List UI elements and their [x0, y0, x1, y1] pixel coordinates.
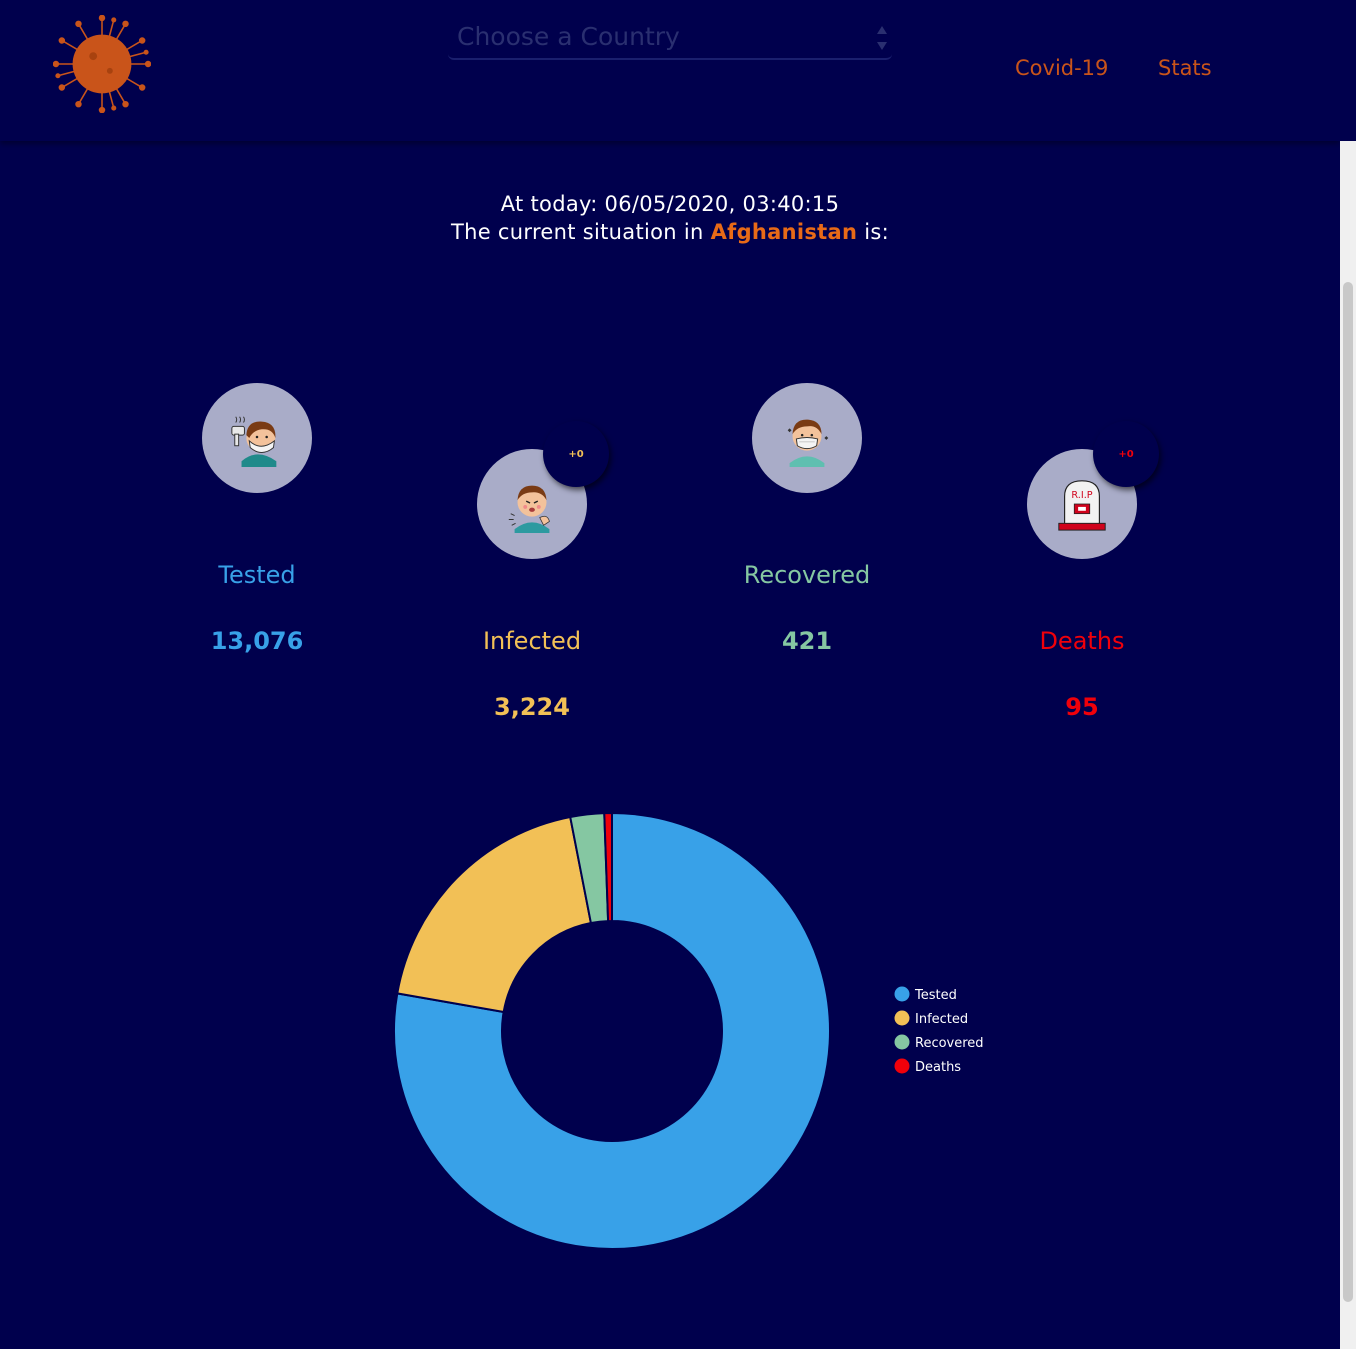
tombstone-rip-icon: R.I.P [1058, 480, 1106, 531]
country-select[interactable]: Choose a Country [448, 18, 892, 60]
recovered-avatar [752, 383, 862, 493]
svg-text:R.I.P: R.I.P [1071, 490, 1092, 501]
scrollbar[interactable] [1340, 0, 1356, 1349]
stat-card-tested: Tested 13,076 [137, 383, 377, 655]
deaths-value: 95 [1065, 693, 1099, 721]
infected-value: 3,224 [494, 693, 570, 721]
select-arrows-icon [876, 26, 888, 50]
country-name: Afghanistan [710, 220, 858, 244]
nav-link-stats[interactable]: Stats [1158, 56, 1212, 80]
stat-card-recovered: Recovered 421 [687, 383, 927, 655]
masked-person-icon [787, 419, 829, 467]
situation-line: The current situation in Afghanistan is: [0, 218, 1340, 246]
page: Choose a Country Covid-19 Stats At today… [0, 0, 1356, 1349]
legend-marker-deaths[interactable] [894, 1058, 910, 1074]
infected-avatar: +0 [477, 421, 609, 559]
thermometer-mask-person-icon [231, 416, 277, 467]
deaths-avatar: +0 R.I.P [1027, 421, 1159, 559]
legend-label-tested[interactable]: Tested [914, 988, 957, 1003]
legend-label-infected[interactable]: Infected [915, 1012, 968, 1027]
slice-infected[interactable] [396, 815, 593, 1014]
situation-prefix: The current situation in [451, 220, 704, 244]
country-select-placeholder: Choose a Country [457, 22, 680, 51]
nav-link-covid-19[interactable]: Covid-19 [1015, 56, 1108, 80]
stat-card-deaths: +0 R.I.P Deaths 95 [962, 421, 1202, 721]
situation-summary: At today: 06/05/2020, 03:40:15 The curre… [0, 190, 1340, 246]
deaths-change-badge: +0 [1093, 421, 1159, 487]
infected-change-badge: +0 [543, 421, 609, 487]
situation-suffix: is: [864, 220, 889, 244]
scrollbar-thumb[interactable] [1343, 282, 1353, 1302]
stat-card-infected: +0 Infected 3,224 [412, 421, 652, 721]
legend-label-recovered[interactable]: Recovered [915, 1036, 984, 1051]
deaths-label: Deaths [1039, 627, 1125, 655]
legend-marker-recovered[interactable] [894, 1034, 910, 1050]
recovered-value: 421 [781, 627, 833, 655]
legend-marker-infected[interactable] [894, 1010, 910, 1026]
infected-label: Infected [482, 627, 582, 655]
timestamp-line: At today: 06/05/2020, 03:40:15 [500, 192, 840, 216]
tested-label: Tested [218, 561, 296, 589]
legend-marker-tested[interactable] [894, 986, 910, 1002]
recovered-label: Recovered [743, 561, 871, 589]
virus-logo-icon[interactable] [53, 15, 151, 113]
legend-label-deaths[interactable]: Deaths [915, 1060, 961, 1075]
tested-avatar [202, 383, 312, 493]
top-navbar: Choose a Country Covid-19 Stats [0, 0, 1340, 141]
cases-doughnut-chart: Tested Infected Recovered Deaths [393, 811, 984, 1250]
sick-coughing-person-icon [508, 485, 550, 533]
tested-value: 13,076 [210, 627, 304, 655]
